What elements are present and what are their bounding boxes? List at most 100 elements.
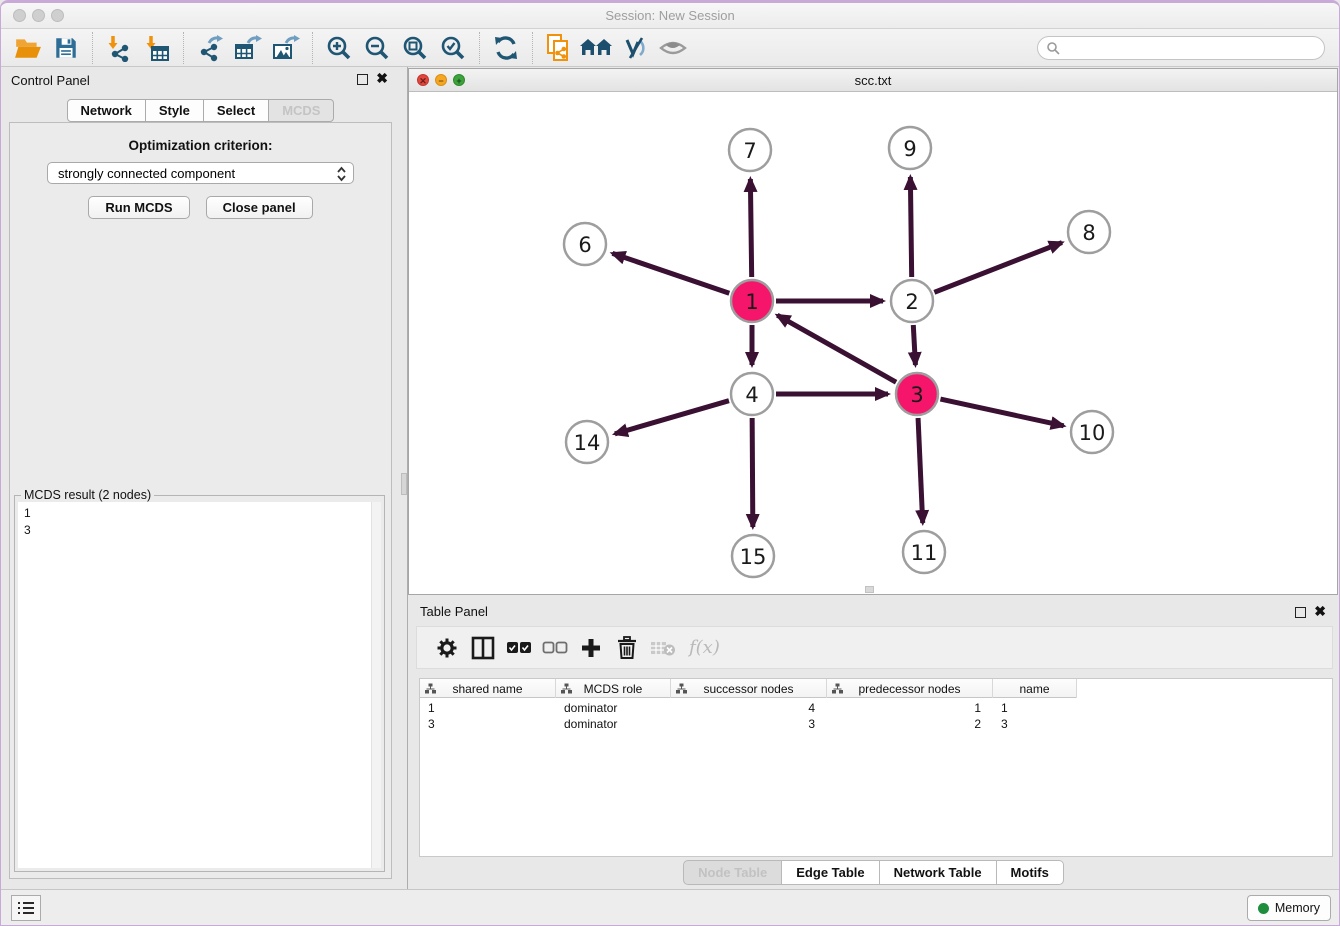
graph-edge-2-9[interactable] bbox=[910, 177, 911, 277]
graph-edge-1-7[interactable] bbox=[750, 179, 751, 277]
tab-network[interactable]: Network bbox=[67, 99, 146, 122]
clone-network-icon[interactable] bbox=[542, 33, 576, 63]
task-history-button[interactable] bbox=[11, 895, 41, 921]
table-panel-title: Table Panel bbox=[420, 604, 488, 619]
table-cell[interactable]: 3 bbox=[993, 716, 1077, 732]
graph-edge-4-15[interactable] bbox=[752, 418, 753, 527]
search-input[interactable] bbox=[1060, 41, 1310, 55]
export-table-icon[interactable] bbox=[231, 33, 265, 63]
network-hscrollbar-thumb[interactable] bbox=[865, 586, 874, 593]
table-cell[interactable]: 1 bbox=[827, 700, 993, 716]
table-cell[interactable]: dominator bbox=[556, 716, 671, 732]
table-cell[interactable]: 1 bbox=[993, 700, 1077, 716]
criterion-dropdown-value: strongly connected component bbox=[58, 166, 235, 181]
table-row[interactable]: 3dominator323 bbox=[420, 716, 1077, 732]
split-panes-icon[interactable] bbox=[465, 631, 501, 665]
graph-edge-3-11[interactable] bbox=[918, 418, 923, 523]
zoom-selected-icon[interactable] bbox=[436, 33, 470, 63]
network-graph[interactable]: 1234678910111415 bbox=[409, 92, 1337, 594]
table-panel-close-icon[interactable]: ✖ bbox=[1314, 604, 1326, 618]
mcds-result-lines: 1 3 bbox=[18, 502, 381, 542]
mcds-result-scrollbar[interactable] bbox=[371, 502, 381, 868]
table-cell[interactable]: 2 bbox=[827, 716, 993, 732]
status-bar: Memory bbox=[1, 889, 1339, 925]
graph-edge-3-10[interactable] bbox=[940, 399, 1063, 426]
graph-node-label-7: 7 bbox=[743, 139, 756, 163]
column-header-predecessor-nodes[interactable]: predecessor nodes bbox=[827, 679, 993, 698]
tab-edge-table[interactable]: Edge Table bbox=[781, 860, 879, 885]
graph-node-label-14: 14 bbox=[574, 431, 601, 455]
node-table: shared nameMCDS rolesuccessor nodesprede… bbox=[419, 678, 1333, 857]
table-cell[interactable]: dominator bbox=[556, 700, 671, 716]
apply-layout-icon[interactable] bbox=[489, 33, 523, 63]
control-panel: Control Panel ✖ NetworkStyleSelectMCDS O… bbox=[1, 67, 400, 889]
add-column-icon[interactable] bbox=[573, 631, 609, 665]
zoom-out-icon[interactable] bbox=[360, 33, 394, 63]
hide-graphics-details-icon[interactable] bbox=[618, 33, 652, 63]
table-row[interactable]: 1dominator411 bbox=[420, 700, 1077, 716]
column-header-name[interactable]: name bbox=[993, 679, 1077, 698]
export-network-icon[interactable] bbox=[193, 33, 227, 63]
graph-edge-4-14[interactable] bbox=[615, 401, 729, 434]
panel-divider-grip[interactable] bbox=[401, 473, 407, 495]
export-image-icon[interactable] bbox=[269, 33, 303, 63]
application-window: Session: New Session bbox=[0, 0, 1340, 926]
search-field[interactable] bbox=[1037, 36, 1325, 60]
tab-select[interactable]: Select bbox=[203, 99, 269, 122]
graph-edge-2-8[interactable] bbox=[934, 243, 1062, 293]
tab-node-table[interactable]: Node Table bbox=[683, 860, 782, 885]
network-canvas[interactable]: 1234678910111415 bbox=[409, 92, 1337, 594]
tab-motifs[interactable]: Motifs bbox=[996, 860, 1064, 885]
close-panel-button[interactable]: Close panel bbox=[206, 196, 313, 219]
graph-node-label-11: 11 bbox=[911, 541, 938, 565]
zoom-in-icon[interactable] bbox=[322, 33, 356, 63]
delete-table-icon[interactable] bbox=[645, 631, 681, 665]
tab-mcds[interactable]: MCDS bbox=[268, 99, 334, 122]
control-panel-float-icon[interactable] bbox=[357, 74, 368, 85]
graph-edge-3-1[interactable] bbox=[777, 315, 896, 382]
column-header-successor-nodes[interactable]: successor nodes bbox=[671, 679, 827, 698]
graph-node-label-1: 1 bbox=[745, 290, 758, 314]
graph-node-label-2: 2 bbox=[905, 290, 918, 314]
tab-style[interactable]: Style bbox=[145, 99, 204, 122]
delete-column-trash-icon[interactable] bbox=[609, 631, 645, 665]
open-session-icon[interactable] bbox=[11, 33, 45, 63]
control-panel-title: Control Panel bbox=[11, 73, 90, 88]
criterion-dropdown[interactable]: strongly connected component bbox=[47, 162, 354, 184]
chevron-up-down-icon bbox=[336, 166, 347, 185]
table-cell[interactable]: 3 bbox=[420, 716, 556, 732]
zoom-fit-icon[interactable] bbox=[398, 33, 432, 63]
memory-button[interactable]: Memory bbox=[1247, 895, 1331, 921]
show-hide-eye-icon[interactable] bbox=[656, 33, 690, 63]
table-panel-float-icon[interactable] bbox=[1295, 607, 1306, 618]
table-cell[interactable]: 1 bbox=[420, 700, 556, 716]
graph-edge-2-3[interactable] bbox=[913, 325, 915, 365]
run-mcds-button[interactable]: Run MCDS bbox=[88, 196, 189, 219]
graph-node-label-3: 3 bbox=[910, 383, 923, 407]
table-toolbar: f(x) bbox=[416, 626, 1333, 669]
import-table-icon[interactable] bbox=[140, 33, 174, 63]
network-window-titlebar[interactable]: ✕ − + scc.txt bbox=[409, 69, 1337, 92]
hide-columns-icon[interactable] bbox=[537, 631, 573, 665]
control-panel-close-icon[interactable]: ✖ bbox=[376, 71, 388, 85]
window-titlebar: Session: New Session bbox=[1, 3, 1339, 29]
tab-network-table[interactable]: Network Table bbox=[879, 860, 997, 885]
graph-edge-1-6[interactable] bbox=[612, 253, 729, 293]
panel-divider[interactable] bbox=[400, 67, 408, 889]
function-builder-icon[interactable]: f(x) bbox=[689, 637, 720, 658]
import-network-icon[interactable] bbox=[102, 33, 136, 63]
column-header-mcds-role[interactable]: MCDS role bbox=[556, 679, 671, 698]
table-settings-gear-icon[interactable] bbox=[429, 631, 465, 665]
table-cell[interactable]: 4 bbox=[671, 700, 827, 716]
mcds-result-textarea[interactable]: 1 3 bbox=[18, 502, 381, 868]
save-session-icon[interactable] bbox=[49, 33, 83, 63]
show-home-panels-icon[interactable] bbox=[580, 33, 614, 63]
network-window-title: scc.txt bbox=[409, 73, 1337, 88]
column-header-shared-name[interactable]: shared name bbox=[420, 679, 556, 698]
graph-node-label-10: 10 bbox=[1079, 421, 1106, 445]
graph-node-label-8: 8 bbox=[1082, 221, 1095, 245]
show-columns-icon[interactable] bbox=[501, 631, 537, 665]
table-cell[interactable]: 3 bbox=[671, 716, 827, 732]
optimization-criterion-label: Optimization criterion: bbox=[10, 138, 391, 153]
memory-status-icon bbox=[1258, 903, 1269, 914]
